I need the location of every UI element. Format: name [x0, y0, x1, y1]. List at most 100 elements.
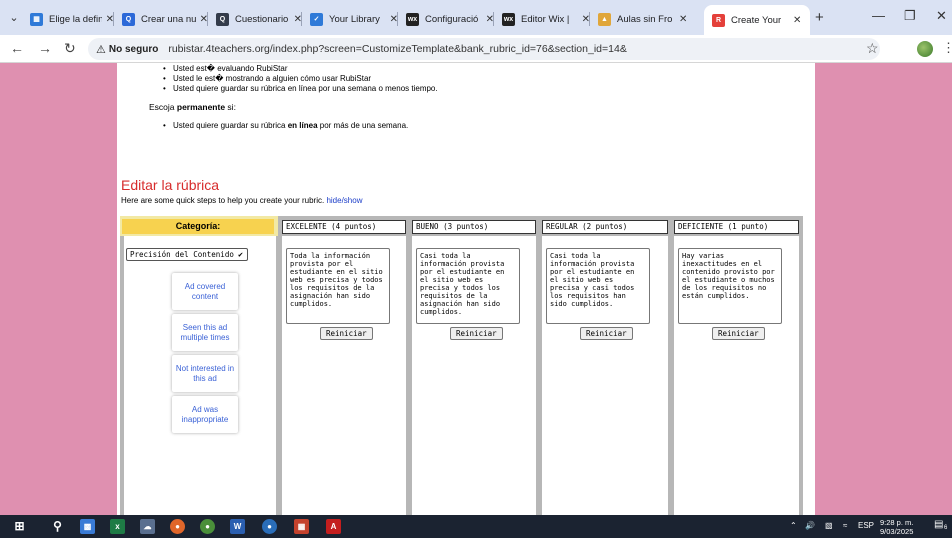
- reset-button[interactable]: Reiniciar: [580, 327, 633, 340]
- close-icon[interactable]: ✕: [390, 14, 398, 25]
- reset-button[interactable]: Reiniciar: [450, 327, 503, 340]
- windows-start-icon[interactable]: ⊞: [12, 519, 27, 534]
- tab-1-label: Elige la defin: [49, 13, 102, 25]
- chrome-icon[interactable]: ●: [200, 519, 215, 534]
- quiz-icon: Q: [122, 12, 135, 26]
- minimize-icon[interactable]: —: [872, 8, 885, 23]
- close-icon[interactable]: ✕: [106, 14, 114, 25]
- column-header: DEFICIENTE (1 punto): [674, 220, 799, 234]
- notification-icon[interactable]: ▤: [934, 519, 943, 530]
- description-textarea[interactable]: Casi toda la información provista por el…: [416, 248, 520, 324]
- reset-button[interactable]: Reiniciar: [712, 327, 765, 340]
- tab-4-label: Your Library: [329, 13, 380, 25]
- wix-icon: wx: [406, 12, 419, 26]
- tiles-icon[interactable]: ▦: [294, 519, 309, 534]
- column-cell: Casi toda la información provista por el…: [412, 236, 536, 516]
- microsoft-icon: ▦: [30, 12, 43, 26]
- close-icon[interactable]: ✕: [793, 15, 801, 26]
- word-icon[interactable]: W: [230, 519, 245, 534]
- page-title: Editar la rúbrica: [121, 177, 220, 193]
- address-bar[interactable]: ⚠ No seguro rubistar.4teachers.org/index…: [88, 38, 880, 60]
- ad-covered-content-button[interactable]: Ad covered content: [172, 273, 238, 310]
- close-icon[interactable]: ✕: [200, 14, 208, 25]
- tab-2[interactable]: Q Crear una nu ✕: [114, 7, 208, 31]
- close-icon[interactable]: ✕: [679, 14, 687, 25]
- help-sentence: Here are some quick steps to help you cr…: [121, 196, 325, 205]
- warning-icon[interactable]: ⚠: [96, 43, 106, 56]
- close-icon[interactable]: ✕: [582, 14, 590, 25]
- tray-chevron-icon[interactable]: ⌃: [790, 521, 797, 530]
- ad-inappropriate-button[interactable]: Ad was inappropriate: [172, 396, 238, 433]
- permanent-prefix: Escoja: [149, 102, 177, 112]
- volume-icon[interactable]: 🔊: [805, 521, 815, 530]
- ad-seen-multiple-button[interactable]: Seen this ad multiple times: [172, 314, 238, 351]
- description-textarea[interactable]: Casi toda la información provista por el…: [546, 248, 650, 324]
- reload-icon[interactable]: ↻: [64, 40, 76, 57]
- tab-strip: ⌄ ▦ Elige la defin ✕ Q Crear una nu ✕ Q …: [0, 0, 952, 35]
- forward-arrow-icon[interactable]: →: [38, 40, 52, 56]
- chrome-icon[interactable]: ●: [262, 519, 277, 534]
- photos-icon[interactable]: ☁: [140, 519, 155, 534]
- main-content: • Usted est� evaluando RubiStar • Usted …: [117, 63, 815, 516]
- tab-1[interactable]: ▦ Elige la defin ✕: [22, 7, 114, 31]
- rubric-column-bueno: BUENO (3 puntos) Casi toda la informació…: [408, 216, 540, 516]
- category-column: Precisión del Contenido ✔ Ad covered con…: [120, 236, 280, 516]
- bullet-icon: •: [163, 64, 166, 73]
- search-icon[interactable]: ⚲: [50, 519, 65, 534]
- close-window-icon[interactable]: ✕: [936, 8, 947, 24]
- reset-button[interactable]: Reiniciar: [320, 327, 373, 340]
- category-select[interactable]: Precisión del Contenido ✔: [126, 248, 248, 261]
- pdf-icon[interactable]: A: [326, 519, 341, 534]
- wifi-icon[interactable]: ≈: [843, 521, 847, 530]
- bullet-icon: •: [163, 84, 166, 93]
- back-arrow-icon[interactable]: ←: [10, 40, 24, 56]
- hide-show-link[interactable]: hide/show: [326, 196, 362, 205]
- column-cell: Toda la información provista por el estu…: [282, 236, 406, 516]
- clock-date: 9/03/2025: [880, 527, 914, 536]
- tab-search-chevron-icon[interactable]: ⌄: [6, 10, 22, 26]
- tab-8-active[interactable]: R Create Your ✕: [704, 5, 810, 35]
- bullet-perm-a: Usted quiere guardar su rúbrica: [173, 121, 288, 130]
- ad-not-interested-button[interactable]: Not interested in this ad: [172, 355, 238, 392]
- security-label[interactable]: No seguro: [109, 44, 158, 55]
- bullet-icon: •: [163, 74, 166, 83]
- profile-avatar[interactable]: [917, 41, 933, 57]
- close-icon[interactable]: ✕: [486, 14, 494, 25]
- tab-8-label: Create Your: [731, 14, 782, 26]
- url-text[interactable]: rubistar.4teachers.org/index.php?screen=…: [168, 43, 627, 55]
- rubric-table: Categoría: Precisión del Contenido ✔ Ad …: [120, 216, 803, 516]
- notification-count: 6: [944, 525, 948, 531]
- close-icon[interactable]: ✕: [294, 14, 302, 25]
- tab-5[interactable]: wx Configuració ✕: [398, 7, 494, 31]
- battery-icon[interactable]: ▧: [825, 521, 833, 530]
- tab-7[interactable]: ▲ Aulas sin Fro ✕: [590, 7, 700, 31]
- category-header: Categoría:: [122, 219, 274, 234]
- tab-4[interactable]: ✓ Your Library ✕: [302, 7, 398, 31]
- language-indicator[interactable]: ESP: [858, 521, 874, 530]
- task-view-icon[interactable]: ▩: [80, 519, 95, 534]
- bullet-text: Usted quiere guardar su rúbrica en línea…: [173, 121, 408, 130]
- restore-icon[interactable]: ❐: [904, 8, 916, 24]
- new-tab-button[interactable]: +: [815, 9, 824, 26]
- clock-time: 9:28 p. m.: [880, 518, 914, 527]
- bullet-perm-bold: en línea: [287, 121, 318, 130]
- clock[interactable]: 9:28 p. m. 9/03/2025: [880, 518, 913, 536]
- firefox-icon[interactable]: ●: [170, 519, 185, 534]
- chevron-down-icon: ✔: [238, 250, 243, 259]
- rubric-column-regular: REGULAR (2 puntos) Casi toda la informac…: [538, 216, 672, 516]
- menu-kebab-icon[interactable]: ⋮: [942, 40, 952, 56]
- rubric-column-deficiente: DEFICIENTE (1 punto) Hay varias inexacti…: [670, 216, 803, 516]
- browser-toolbar: ← → ↻ ⚠ No seguro rubistar.4teachers.org…: [0, 35, 952, 63]
- tab-3[interactable]: Q Cuestionario ✕: [208, 7, 302, 31]
- check-icon: ✓: [310, 12, 323, 26]
- bookmark-star-icon[interactable]: ☆: [866, 40, 879, 57]
- excel-icon[interactable]: x: [110, 519, 125, 534]
- rubistar-icon: R: [712, 13, 725, 27]
- tab-7-label: Aulas sin Fro: [617, 13, 673, 25]
- tab-6[interactable]: wx Editor Wix | ✕: [494, 7, 590, 31]
- column-header: EXCELENTE (4 puntos): [282, 220, 406, 234]
- bullet-text: Usted est� evaluando RubiStar: [173, 64, 288, 73]
- description-textarea[interactable]: Toda la información provista por el estu…: [286, 248, 390, 324]
- description-textarea[interactable]: Hay varias inexactitudes en el contenido…: [678, 248, 782, 324]
- tab-2-label: Crear una nu: [141, 13, 196, 25]
